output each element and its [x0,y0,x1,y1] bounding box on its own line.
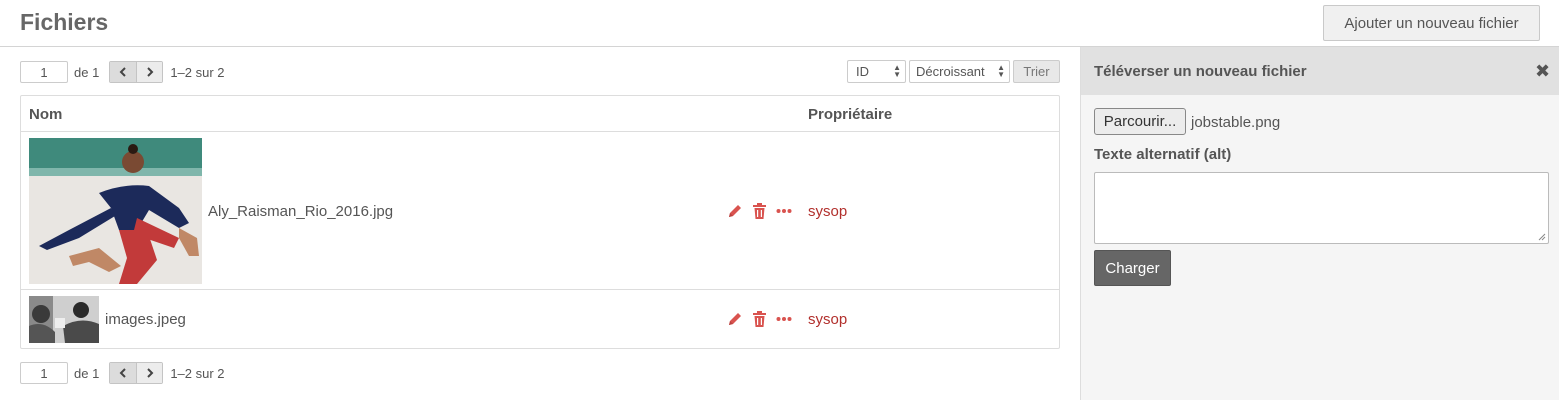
alt-text-textarea[interactable] [1094,172,1549,244]
owner-link[interactable]: sysop [808,203,847,220]
file-name[interactable]: Aly_Raisman_Rio_2016.jpg [208,203,393,220]
row-divider [21,289,1059,290]
sort-order-select[interactable]: Décroissant ▲ ▼ [909,60,1010,83]
gymnast-photo-thumbnail [29,138,202,284]
chevron-left-icon [119,368,127,378]
select-arrows-icon: ▲ ▼ [893,63,901,79]
sort-field-value: ID [856,64,869,79]
files-table: Nom Propriétaire Aly_Raisman_Rio_2016.jp… [20,95,1060,349]
chevron-right-icon [147,67,154,77]
trash-icon [753,203,766,219]
ellipsis-icon [776,209,792,213]
add-new-file-button[interactable]: Ajouter un nouveau fichier [1323,5,1540,41]
pagination-bottom: 1 de 1 1–2 sur 2 [20,362,225,384]
page-number-input[interactable]: 1 [20,362,68,384]
next-page-button[interactable] [136,363,163,383]
file-thumbnail[interactable] [29,296,99,343]
browse-button[interactable]: Parcourir... [1094,108,1186,135]
page-header: Fichiers Ajouter un nouveau fichier [0,0,1559,47]
page-nav-buttons [109,61,164,83]
owner-link[interactable]: sysop [808,311,847,328]
prev-page-button[interactable] [110,363,137,383]
next-page-button[interactable] [136,62,163,82]
close-icon[interactable]: ✖ [1535,61,1550,82]
ellipsis-icon [776,317,792,321]
select-arrows-icon: ▲ ▼ [997,63,1005,79]
page-number-input[interactable]: 1 [20,61,68,83]
bw-photo-thumbnail [29,296,99,343]
delete-button[interactable] [752,203,767,224]
trash-icon [753,311,766,327]
column-header-name: Nom [29,106,63,123]
chevron-left-icon [119,67,127,77]
alt-text-label: Texte alternatif (alt) [1094,146,1232,163]
column-header-owner: Propriétaire [808,106,893,123]
edit-button[interactable] [727,311,743,332]
chevron-right-icon [147,368,154,378]
result-range-label: 1–2 sur 2 [170,64,225,80]
file-thumbnail[interactable] [29,138,202,284]
file-name[interactable]: images.jpeg [105,311,186,328]
upload-submit-button[interactable]: Charger [1094,250,1171,286]
upload-panel-header: Téléverser un nouveau fichier ✖ [1081,47,1559,95]
chosen-file-name: jobstable.png [1191,114,1281,131]
prev-page-button[interactable] [110,62,137,82]
result-range-label: 1–2 sur 2 [170,365,225,381]
pagination-top: 1 de 1 1–2 sur 2 [20,61,225,83]
page-title: Fichiers [20,9,109,35]
page-count-label: de 1 [74,365,100,381]
sort-order-value: Décroissant [916,64,985,79]
more-options-button[interactable] [776,203,792,224]
resize-grip-icon[interactable] [1538,233,1546,241]
page-nav-buttons [109,362,164,384]
more-options-button[interactable] [776,311,792,332]
upload-panel-title: Téléverser un nouveau fichier [1094,63,1307,80]
delete-button[interactable] [752,311,767,332]
page-count-label: de 1 [74,64,100,80]
upload-panel: Téléverser un nouveau fichier ✖ Parcouri… [1080,47,1559,400]
sort-button[interactable]: Trier [1013,60,1060,83]
pencil-icon [729,205,741,217]
pencil-icon [729,313,741,325]
sort-field-select[interactable]: ID ▲ ▼ [847,60,906,83]
header-divider [21,131,1059,132]
edit-button[interactable] [727,203,743,224]
